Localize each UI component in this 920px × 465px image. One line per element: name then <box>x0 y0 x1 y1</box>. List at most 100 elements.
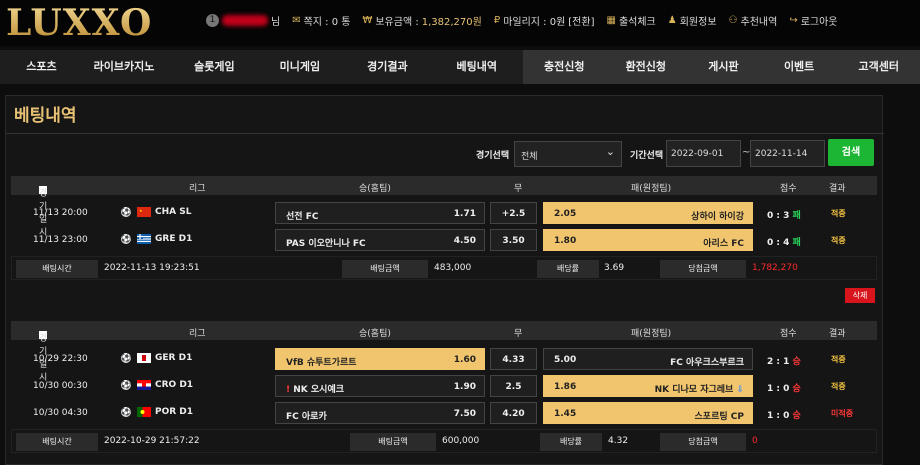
bet-amount-label: 배팅금액 <box>342 260 428 278</box>
soccer-icon: ⚽ <box>121 380 131 390</box>
table-header: 경기일시 리그 승(홈팀) 무 패(원정팀) 점수 결과 <box>11 176 877 238</box>
logout-link[interactable]: ↪ 로그아웃 <box>789 13 837 28</box>
header-home: 승(홈팀) <box>359 184 391 194</box>
game-select[interactable]: 전체 <box>514 141 622 167</box>
nav-slot[interactable]: 슬롯게임 <box>173 50 256 84</box>
page-title: 베팅내역 <box>14 106 77 126</box>
attendance-link[interactable]: ▦ 출석체크 <box>606 13 655 28</box>
arrow-down-icon: ⇩ <box>736 385 744 395</box>
nav-sports[interactable]: 스포츠 <box>8 50 75 84</box>
soccer-icon: ⚽ <box>121 407 131 417</box>
league-name: POR D1 <box>155 407 194 417</box>
bet-time-label: 배팅시간 <box>16 433 98 451</box>
league-name: CHA SL <box>155 207 192 217</box>
result-badge: 적중 <box>831 236 846 245</box>
china-flag-icon: ★ <box>137 207 151 217</box>
draw-odds-button[interactable]: 2.5 <box>490 375 537 397</box>
table-row: 10/30 04:30 ⚽ POR D1 FC 아로카 7.50 4.20 1.4… <box>11 400 877 426</box>
away-odds-button[interactable]: 5.00 FC 아우크스부르크 <box>543 348 753 370</box>
match-time: 11/13 23:00 <box>33 235 88 245</box>
away-odds-button[interactable]: 2.05 상하이 하이강 <box>543 202 753 224</box>
header-result: 결과 <box>829 184 846 194</box>
envelope-icon: ✉ <box>292 15 301 26</box>
period-label: 기간선택 <box>630 151 664 161</box>
odds-label: 배당률 <box>540 433 602 451</box>
home-odds-button[interactable]: FC 아로카 7.50 <box>275 402 485 424</box>
match-time: 10/30 00:30 <box>33 381 88 391</box>
level-badge: 1 <box>206 14 219 27</box>
redacted-username <box>222 15 268 26</box>
score: 1 : 0 승 <box>767 411 801 421</box>
messages-link[interactable]: ✉ 쪽지 : 0 통 <box>292 13 350 28</box>
result-badge: 적중 <box>831 209 846 218</box>
calendar-icon: ▦ <box>606 15 616 26</box>
header-home: 승(홈팀) <box>359 329 391 339</box>
league-name: GER D1 <box>155 353 193 363</box>
header-draw: 무 <box>514 184 523 194</box>
draw-odds-button[interactable]: 4.33 <box>490 348 537 370</box>
divider <box>6 133 884 134</box>
header-away: 패(원정팀) <box>631 329 672 339</box>
bet-time: 2022-11-13 19:23:51 <box>104 263 200 273</box>
nav-live-casino[interactable]: 라이브카지노 <box>75 50 173 84</box>
date-from-input[interactable]: 2022-09-01 <box>666 140 741 167</box>
user-icon: ♟ <box>667 15 677 26</box>
balance: ₩ 보유금액 : 1,382,270원 <box>362 15 482 28</box>
home-odds-button[interactable]: VfB 슈투트가르트 1.60 <box>275 348 485 370</box>
score: 2 : 1 승 <box>767 357 801 367</box>
user-name: 1님 <box>206 13 280 28</box>
away-odds-button[interactable]: 1.45 스포르팅 CP <box>543 402 753 424</box>
nav-event[interactable]: 이벤트 <box>760 50 838 84</box>
user-info-bar: 1님 ✉ 쪽지 : 0 통 ₩ 보유금액 : 1,382,270원 ₽ 마일리지 : … <box>206 13 838 28</box>
bet-amount: 600,000 <box>442 436 480 446</box>
nav-bet-history[interactable]: 베팅내역 <box>431 50 523 84</box>
home-odds-button[interactable]: PAS 이오안니나 FC 4.50 <box>275 229 485 251</box>
score: 0 : 3 패 <box>767 211 801 221</box>
nav-withdraw[interactable]: 환전신청 <box>605 50 687 84</box>
nav-results[interactable]: 경기결과 <box>344 50 430 84</box>
win-amount: 0 <box>752 436 758 446</box>
convert-button[interactable]: [전환] <box>568 13 594 28</box>
croatia-flag-icon <box>137 380 151 390</box>
match-time: 11/13 20:00 <box>33 208 88 218</box>
recommend-link[interactable]: ⚇ 추천내역 <box>729 13 778 28</box>
delete-button[interactable]: 삭제 <box>845 288 875 303</box>
header-score: 점수 <box>780 329 797 339</box>
draw-odds-button[interactable]: 4.20 <box>490 402 537 424</box>
result-badge: 미적중 <box>831 409 854 418</box>
nav-minigame[interactable]: 미니게임 <box>256 50 344 84</box>
search-button[interactable]: 검색 <box>828 139 874 166</box>
draw-odds-button[interactable]: +2.5 <box>490 202 537 224</box>
header-score: 점수 <box>780 184 797 194</box>
member-info-link[interactable]: ♟ 회원정보 <box>668 13 717 28</box>
league-logo-icon <box>137 353 151 363</box>
main-nav: 스포츠 라이브카지노 슬롯게임 미니게임 경기결과 베팅내역 충전신청 환전신청… <box>0 50 920 84</box>
svg-text:★: ★ <box>139 208 143 213</box>
header-draw: 무 <box>514 329 523 339</box>
match-time: 10/29 22:30 <box>33 354 88 364</box>
home-odds-button[interactable]: 선전 FC 1.71 <box>275 202 485 224</box>
draw-odds-button[interactable]: 3.50 <box>490 229 537 251</box>
game-select-label: 경기선택 <box>476 151 510 161</box>
home-odds-button[interactable]: ! NK 오시예크 1.90 <box>275 375 485 397</box>
nav-deposit[interactable]: 충전신청 <box>522 50 606 84</box>
away-odds-button[interactable]: 1.86 NK 디나모 자그레브 ⇩ <box>543 375 753 397</box>
soccer-icon: ⚽ <box>121 234 131 244</box>
result-badge: 적중 <box>831 382 846 391</box>
nav-board[interactable]: 게시판 <box>686 50 761 84</box>
top-bar: LUXXO 1님 ✉ 쪽지 : 0 통 ₩ 보유금액 : 1,382,270원 ₽ 마… <box>0 0 920 46</box>
away-odds-button[interactable]: 1.80 아리스 FC <box>543 229 753 251</box>
logo[interactable]: LUXXO <box>6 2 152 44</box>
nav-support[interactable]: 고객센터 <box>837 50 920 84</box>
table-row: 11/13 23:00 ⚽ GRE D1 PAS 이오안니나 FC 4.50 3.… <box>11 227 877 253</box>
greece-flag-icon <box>137 234 151 244</box>
won-icon: ₩ <box>362 15 373 26</box>
date-to-input[interactable]: 2022-11-14 <box>750 140 825 167</box>
bet-time: 2022-10-29 21:57:22 <box>104 436 200 446</box>
score: 0 : 4 패 <box>767 238 801 248</box>
bet-time-label: 배팅시간 <box>16 260 98 278</box>
total-odds: 4.32 <box>608 436 629 446</box>
bet-history-panel: 베팅내역 경기선택 전체 기간선택 2022-09-01 ~ 2022-11-1… <box>5 95 884 465</box>
share-icon: ⚇ <box>728 15 738 26</box>
table-row: 10/30 00:30 ⚽ CRO D1 ! NK 오시예크 1.90 2.5 1… <box>11 373 877 399</box>
